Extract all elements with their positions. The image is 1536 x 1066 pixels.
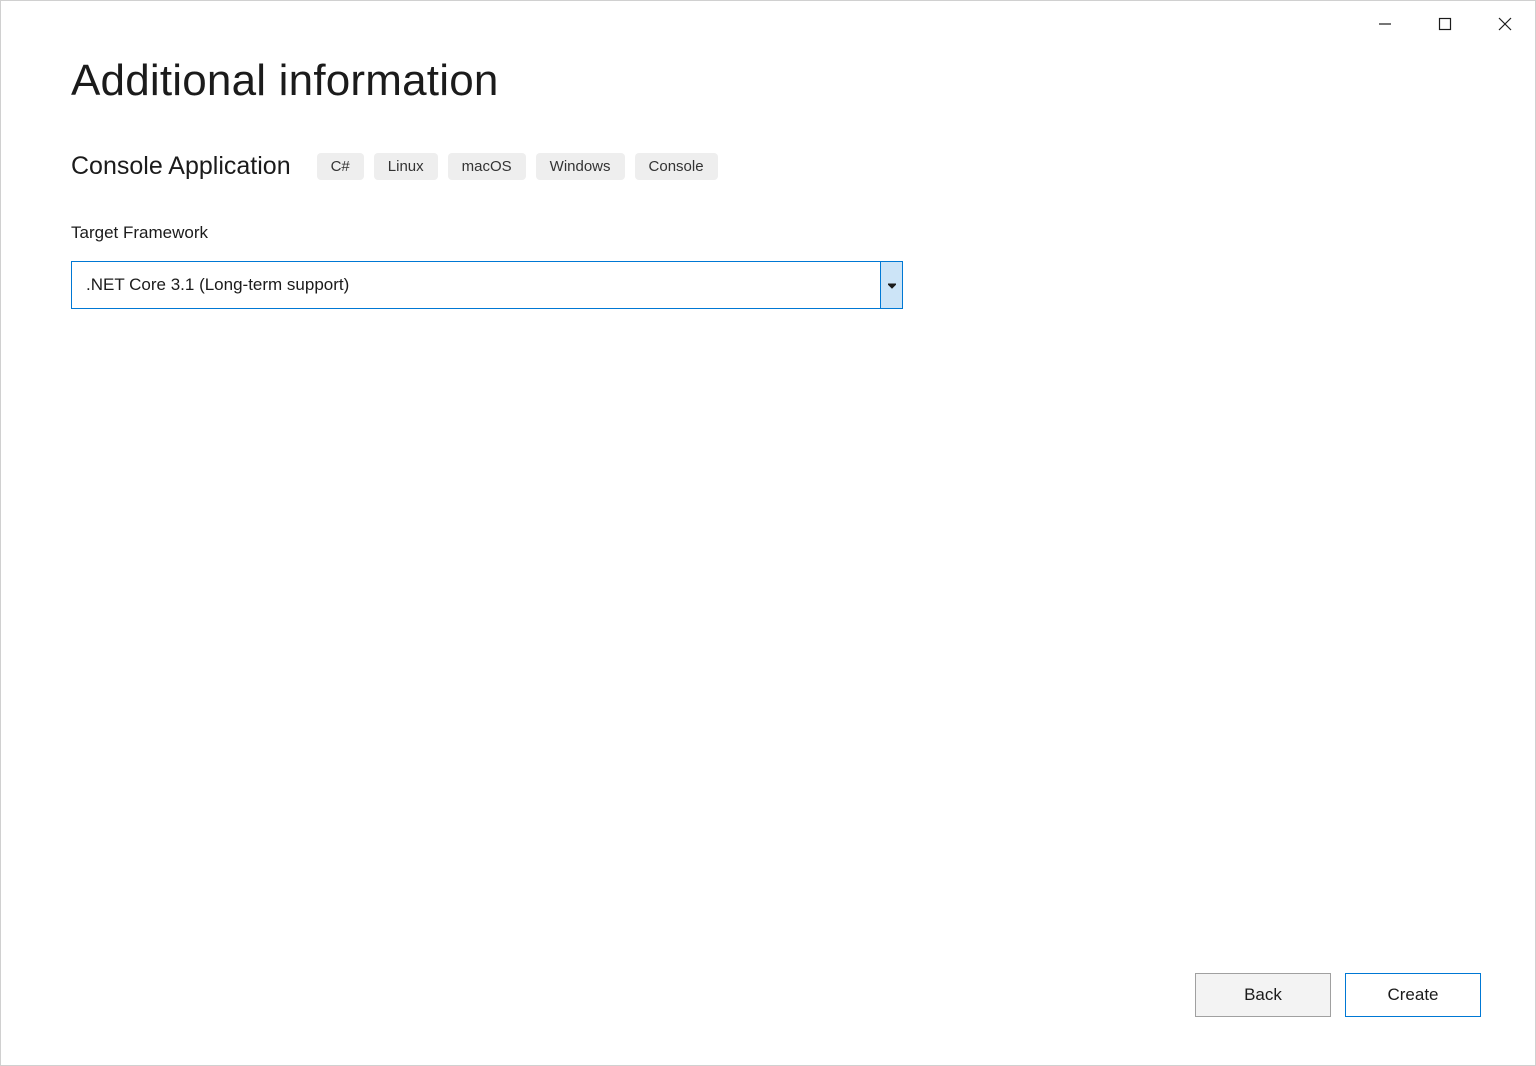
dropdown-toggle-button[interactable] [880, 262, 902, 308]
template-tag: Windows [536, 153, 625, 180]
close-button[interactable] [1475, 7, 1535, 41]
footer-actions: Back Create [1195, 973, 1481, 1017]
back-button-label: Back [1244, 985, 1282, 1005]
template-tag: macOS [448, 153, 526, 180]
target-framework-dropdown[interactable]: .NET Core 3.1 (Long-term support) [71, 261, 903, 309]
template-tag: Console [635, 153, 718, 180]
back-button[interactable]: Back [1195, 973, 1331, 1017]
template-info-row: Console Application C# Linux macOS Windo… [71, 152, 1465, 181]
create-button-label: Create [1387, 985, 1438, 1005]
window-titlebar [1355, 1, 1535, 41]
template-tag: C# [317, 153, 364, 180]
chevron-down-icon [888, 276, 896, 294]
template-tag: Linux [374, 153, 438, 180]
target-framework-label: Target Framework [71, 223, 1465, 243]
project-template-name: Console Application [71, 152, 291, 181]
template-tag-list: C# Linux macOS Windows Console [317, 153, 718, 180]
minimize-button[interactable] [1355, 7, 1415, 41]
page-title: Additional information [71, 56, 1465, 106]
target-framework-value: .NET Core 3.1 (Long-term support) [72, 262, 880, 308]
maximize-button[interactable] [1415, 7, 1475, 41]
create-button[interactable]: Create [1345, 973, 1481, 1017]
